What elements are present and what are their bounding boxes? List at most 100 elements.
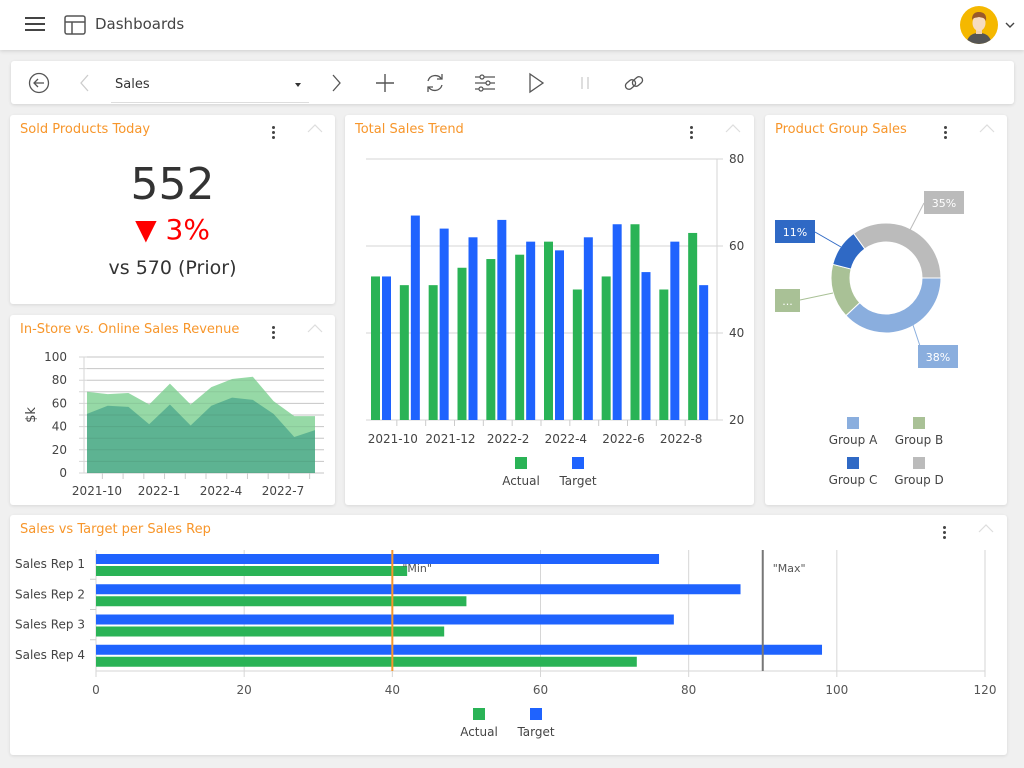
bar-actual: [659, 289, 669, 420]
legend-swatch-actual: [473, 708, 485, 720]
chevron-down-icon[interactable]: [1004, 19, 1016, 31]
caret-down-icon: [295, 83, 301, 87]
legend-label: Group B: [895, 433, 944, 447]
avatar-person-icon: [966, 12, 992, 44]
x-tick-label: 0: [92, 683, 100, 697]
bar-target: [670, 241, 680, 420]
area-chart-card: In-Store vs. Online Sales Revenue 0 20 40 6…: [10, 315, 335, 505]
bar-target: [382, 276, 391, 420]
user-avatar[interactable]: [960, 6, 998, 44]
area-chart: 0 20 40 60 80 100 $k 2021-10 2022-1 2022-4 2022-7: [24, 350, 324, 498]
x-tick-label: 100: [825, 683, 848, 697]
donut-chart-card: Product Group Sales 38%... 11% 35% Group AG…: [765, 115, 1007, 505]
kpi-change-percent: 3%: [165, 213, 210, 246]
dashboard-select-value: Sales: [115, 77, 150, 92]
bar-actual: [96, 596, 467, 607]
sales-rep-chart-card: Sales vs Target per Sales Rep 0 20 40 60 80 1…: [10, 515, 1007, 755]
bar-actual: [371, 276, 380, 420]
x-tick-label: 2022-1: [138, 484, 181, 498]
previous-dashboard-button[interactable]: [74, 72, 96, 94]
donut-slice-group-d: [852, 222, 942, 279]
next-dashboard-button[interactable]: [325, 72, 347, 94]
legend-swatch-target: [530, 708, 542, 720]
bar-actual: [457, 267, 467, 420]
refresh-icon: [427, 74, 443, 92]
y-tick-label: 0: [59, 466, 67, 480]
bar-target: [526, 241, 536, 420]
pause-button[interactable]: [574, 72, 596, 94]
data-label: 38%: [926, 351, 950, 364]
bar-target: [96, 554, 660, 564]
bar-actual: [399, 285, 409, 420]
share-link-button[interactable]: [623, 72, 645, 94]
arrow-left-circle-icon: [28, 72, 50, 94]
app-title: Dashboards: [95, 15, 185, 33]
bar-actual: [428, 285, 438, 420]
kpi-card-sold-products: Sold Products Today 552 ▼ 3% vs 570 (Pri…: [10, 115, 335, 304]
bar-actual: [515, 254, 525, 420]
bar-target: [96, 614, 674, 625]
bar-actual: [630, 224, 640, 420]
y-tick-label: 100: [44, 350, 67, 364]
y-axis-label: $k: [24, 407, 39, 423]
x-tick-label: 2022-4: [545, 432, 588, 446]
category-label: Sales Rep 4: [15, 648, 85, 662]
leader-line: [909, 202, 925, 231]
play-button[interactable]: [525, 72, 547, 94]
play-icon: [529, 72, 545, 94]
kpi-prior: vs 570 (Prior): [108, 257, 237, 279]
bar-target: [439, 228, 449, 420]
legend-swatch-actual: [515, 457, 527, 469]
bar-actual: [96, 656, 637, 667]
pause-icon: [581, 77, 589, 89]
filters-button[interactable]: [474, 72, 496, 94]
x-tick-label: 20: [237, 683, 252, 697]
bar-target: [468, 237, 478, 420]
y-tick-label: 60: [52, 396, 67, 410]
x-tick-label: 2021-10: [368, 432, 418, 446]
x-tick-label: 60: [533, 683, 548, 697]
kpi-value: 552: [130, 159, 215, 210]
x-tick-label: 120: [974, 683, 997, 697]
legend-label: Actual: [460, 725, 498, 739]
menu-icon[interactable]: [25, 17, 45, 33]
x-tick-label: 2021-10: [72, 484, 122, 498]
y-tick-label: 80: [52, 373, 67, 387]
bar-actual: [688, 232, 698, 420]
dashboard-toolbar: Sales: [11, 61, 1014, 104]
x-tick-label: 2022-7: [262, 484, 305, 498]
dashboard-icon: [64, 15, 86, 35]
chevron-up-icon[interactable]: [307, 123, 323, 133]
back-button[interactable]: [28, 72, 50, 94]
bar-actual: [486, 259, 496, 420]
legend-label: Group A: [829, 433, 878, 447]
add-button[interactable]: [374, 72, 396, 94]
more-options-icon[interactable]: [270, 126, 276, 140]
y-tick-label: 20: [729, 413, 744, 427]
y-tick-label: 40: [52, 420, 67, 434]
refresh-button[interactable]: [424, 72, 446, 94]
dashboard-select[interactable]: Sales: [111, 67, 309, 103]
data-label: 35%: [932, 197, 956, 210]
link-icon: [624, 76, 644, 90]
category-label: Sales Rep 3: [15, 618, 85, 632]
data-label: ...: [782, 295, 793, 308]
bar-actual: [96, 566, 408, 576]
x-tick-label: 2022-2: [487, 432, 530, 446]
bar-target: [583, 237, 593, 420]
legend-label: Group C: [829, 473, 878, 487]
bar-actual: [572, 289, 582, 420]
leader-line: [799, 292, 834, 301]
reference-label: "Max": [773, 562, 806, 575]
donut-chart: 38%... 11% 35% Group A Group B Group C Group D: [775, 191, 964, 487]
bar-actual: [544, 241, 553, 420]
card-title: Sold Products Today: [20, 122, 151, 137]
kpi-change: ▼ 3%: [10, 213, 335, 246]
y-tick-label: 20: [52, 443, 67, 457]
plus-icon: [376, 74, 394, 92]
data-label: 11%: [783, 226, 807, 239]
bar-target: [612, 224, 622, 420]
donut-slice-group-a: [845, 277, 942, 334]
bar-chart-card: Total Sales Trend 20 40 60 80 2021-10 2021-12…: [345, 115, 754, 505]
trend-chart: 20 40 60 80 2021-10 2021-12 2022-2 2022-4 2022-6…: [366, 152, 744, 488]
